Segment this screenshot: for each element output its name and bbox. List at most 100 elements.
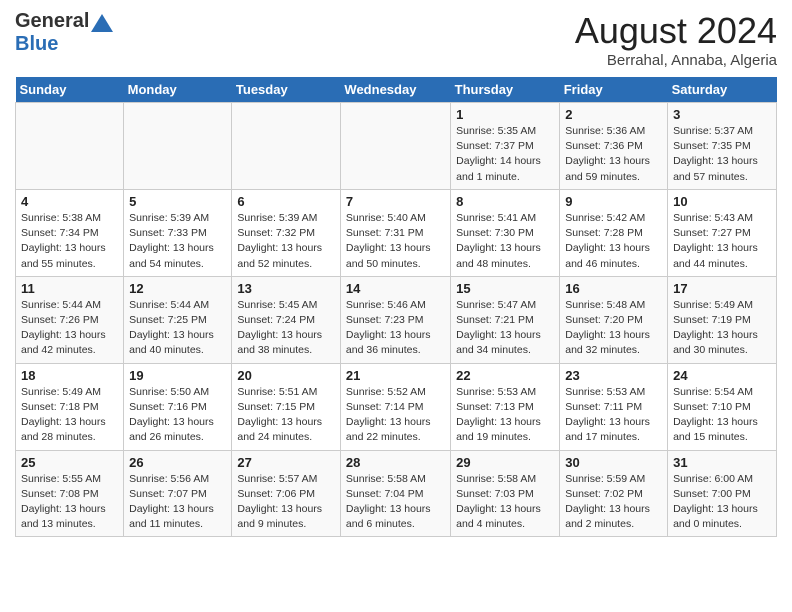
logo-blue-text: Blue xyxy=(15,33,58,55)
day-info: Sunrise: 5:40 AMSunset: 7:31 PMDaylight:… xyxy=(346,211,445,272)
day-info: Sunrise: 5:39 AMSunset: 7:33 PMDaylight:… xyxy=(129,211,226,272)
day-number: 20 xyxy=(237,368,335,383)
logo-general-text: General xyxy=(15,10,89,33)
calendar-cell: 30 Sunrise: 5:59 AMSunset: 7:02 PMDayligh… xyxy=(560,450,668,537)
calendar-week-4: 18 Sunrise: 5:49 AMSunset: 7:18 PMDayligh… xyxy=(16,363,777,450)
day-info: Sunrise: 5:48 AMSunset: 7:20 PMDaylight:… xyxy=(565,298,662,359)
day-info: Sunrise: 5:54 AMSunset: 7:10 PMDaylight:… xyxy=(673,385,771,446)
day-info: Sunrise: 5:51 AMSunset: 7:15 PMDaylight:… xyxy=(237,385,335,446)
day-number: 25 xyxy=(21,455,118,470)
calendar-cell: 1Sunrise: 5:35 AMSunset: 7:37 PMDaylight… xyxy=(451,103,560,190)
calendar-week-5: 25Sunrise: 5:55 AMSunset: 7:08 PMDayligh… xyxy=(16,450,777,537)
day-number: 6 xyxy=(237,194,335,209)
day-number: 28 xyxy=(346,455,445,470)
logo-icon xyxy=(91,14,113,32)
calendar-cell: 23Sunrise: 5:53 AMSunset: 7:11 PMDayligh… xyxy=(560,363,668,450)
calendar-cell: 10 Sunrise: 5:43 AMSunset: 7:27 PMDayligh… xyxy=(668,189,777,276)
day-info: Sunrise: 5:53 AMSunset: 7:13 PMDaylight:… xyxy=(456,385,554,446)
col-header-saturday: Saturday xyxy=(668,77,777,103)
day-info: Sunrise: 5:57 AMSunset: 7:06 PMDaylight:… xyxy=(237,472,335,533)
calendar-cell: 28 Sunrise: 5:58 AMSunset: 7:04 PMDayligh… xyxy=(340,450,450,537)
day-info: Sunrise: 5:58 AMSunset: 7:03 PMDaylight:… xyxy=(456,472,554,533)
day-info: Sunrise: 5:58 AMSunset: 7:04 PMDaylight:… xyxy=(346,472,445,533)
day-number: 22 xyxy=(456,368,554,383)
calendar-cell: 26Sunrise: 5:56 AMSunset: 7:07 PMDayligh… xyxy=(124,450,232,537)
day-info: Sunrise: 5:44 AMSunset: 7:25 PMDaylight:… xyxy=(129,298,226,359)
calendar-cell: 22 Sunrise: 5:53 AMSunset: 7:13 PMDayligh… xyxy=(451,363,560,450)
calendar-week-2: 4 Sunrise: 5:38 AMSunset: 7:34 PMDaylight… xyxy=(16,189,777,276)
calendar-cell: 13Sunrise: 5:45 AMSunset: 7:24 PMDayligh… xyxy=(232,276,341,363)
col-header-thursday: Thursday xyxy=(451,77,560,103)
calendar-cell xyxy=(232,103,341,190)
day-number: 9 xyxy=(565,194,662,209)
day-number: 15 xyxy=(456,281,554,296)
calendar-week-1: 1Sunrise: 5:35 AMSunset: 7:37 PMDaylight… xyxy=(16,103,777,190)
day-info: Sunrise: 5:49 AMSunset: 7:19 PMDaylight:… xyxy=(673,298,771,359)
calendar-cell: 11 Sunrise: 5:44 AMSunset: 7:26 PMDayligh… xyxy=(16,276,124,363)
title-area: August 2024 Berrahal, Annaba, Algeria xyxy=(575,10,777,69)
calendar-cell: 27 Sunrise: 5:57 AMSunset: 7:06 PMDayligh… xyxy=(232,450,341,537)
day-info: Sunrise: 5:38 AMSunset: 7:34 PMDaylight:… xyxy=(21,211,118,272)
day-info: Sunrise: 5:39 AMSunset: 7:32 PMDaylight:… xyxy=(237,211,335,272)
col-header-wednesday: Wednesday xyxy=(340,77,450,103)
col-header-sunday: Sunday xyxy=(16,77,124,103)
col-header-monday: Monday xyxy=(124,77,232,103)
calendar-cell: 19Sunrise: 5:50 AMSunset: 7:16 PMDayligh… xyxy=(124,363,232,450)
day-number: 31 xyxy=(673,455,771,470)
calendar-cell: 24 Sunrise: 5:54 AMSunset: 7:10 PMDayligh… xyxy=(668,363,777,450)
day-number: 24 xyxy=(673,368,771,383)
day-number: 17 xyxy=(673,281,771,296)
day-number: 8 xyxy=(456,194,554,209)
calendar-cell xyxy=(340,103,450,190)
day-info: Sunrise: 6:00 AMSunset: 7:00 PMDaylight:… xyxy=(673,472,771,533)
calendar-week-3: 11 Sunrise: 5:44 AMSunset: 7:26 PMDayligh… xyxy=(16,276,777,363)
day-number: 14 xyxy=(346,281,445,296)
calendar-cell: 7Sunrise: 5:40 AMSunset: 7:31 PMDaylight… xyxy=(340,189,450,276)
calendar-cell: 16 Sunrise: 5:48 AMSunset: 7:20 PMDayligh… xyxy=(560,276,668,363)
calendar-header-row: SundayMondayTuesdayWednesdayThursdayFrid… xyxy=(16,77,777,103)
day-info: Sunrise: 5:36 AMSunset: 7:36 PMDaylight:… xyxy=(565,124,662,185)
day-number: 4 xyxy=(21,194,118,209)
day-number: 5 xyxy=(129,194,226,209)
calendar-subtitle: Berrahal, Annaba, Algeria xyxy=(575,52,777,69)
calendar-cell: 14 Sunrise: 5:46 AMSunset: 7:23 PMDayligh… xyxy=(340,276,450,363)
day-info: Sunrise: 5:37 AMSunset: 7:35 PMDaylight:… xyxy=(673,124,771,185)
day-number: 10 xyxy=(673,194,771,209)
day-number: 16 xyxy=(565,281,662,296)
calendar-cell: 20 Sunrise: 5:51 AMSunset: 7:15 PMDayligh… xyxy=(232,363,341,450)
calendar-cell: 31 Sunrise: 6:00 AMSunset: 7:00 PMDayligh… xyxy=(668,450,777,537)
calendar-cell xyxy=(124,103,232,190)
day-number: 11 xyxy=(21,281,118,296)
day-info: Sunrise: 5:44 AMSunset: 7:26 PMDaylight:… xyxy=(21,298,118,359)
day-number: 21 xyxy=(346,368,445,383)
day-info: Sunrise: 5:41 AMSunset: 7:30 PMDaylight:… xyxy=(456,211,554,272)
day-number: 12 xyxy=(129,281,226,296)
day-info: Sunrise: 5:45 AMSunset: 7:24 PMDaylight:… xyxy=(237,298,335,359)
calendar-cell: 25Sunrise: 5:55 AMSunset: 7:08 PMDayligh… xyxy=(16,450,124,537)
calendar-cell: 17 Sunrise: 5:49 AMSunset: 7:19 PMDayligh… xyxy=(668,276,777,363)
day-number: 2 xyxy=(565,107,662,122)
day-info: Sunrise: 5:46 AMSunset: 7:23 PMDaylight:… xyxy=(346,298,445,359)
calendar-title: August 2024 xyxy=(575,10,777,52)
calendar-cell: 12 Sunrise: 5:44 AMSunset: 7:25 PMDayligh… xyxy=(124,276,232,363)
day-info: Sunrise: 5:49 AMSunset: 7:18 PMDaylight:… xyxy=(21,385,118,446)
calendar-cell: 9 Sunrise: 5:42 AMSunset: 7:28 PMDaylight… xyxy=(560,189,668,276)
day-number: 27 xyxy=(237,455,335,470)
col-header-tuesday: Tuesday xyxy=(232,77,341,103)
calendar-cell: 6 Sunrise: 5:39 AMSunset: 7:32 PMDaylight… xyxy=(232,189,341,276)
day-number: 26 xyxy=(129,455,226,470)
day-info: Sunrise: 5:52 AMSunset: 7:14 PMDaylight:… xyxy=(346,385,445,446)
calendar-cell: 29Sunrise: 5:58 AMSunset: 7:03 PMDayligh… xyxy=(451,450,560,537)
day-info: Sunrise: 5:43 AMSunset: 7:27 PMDaylight:… xyxy=(673,211,771,272)
day-number: 18 xyxy=(21,368,118,383)
calendar-cell: 8 Sunrise: 5:41 AMSunset: 7:30 PMDaylight… xyxy=(451,189,560,276)
calendar-cell: 18 Sunrise: 5:49 AMSunset: 7:18 PMDayligh… xyxy=(16,363,124,450)
day-info: Sunrise: 5:59 AMSunset: 7:02 PMDaylight:… xyxy=(565,472,662,533)
calendar-cell: 21 Sunrise: 5:52 AMSunset: 7:14 PMDayligh… xyxy=(340,363,450,450)
calendar-cell: 5 Sunrise: 5:39 AMSunset: 7:33 PMDaylight… xyxy=(124,189,232,276)
day-number: 3 xyxy=(673,107,771,122)
day-info: Sunrise: 5:42 AMSunset: 7:28 PMDaylight:… xyxy=(565,211,662,272)
calendar-cell xyxy=(16,103,124,190)
calendar-cell: 3 Sunrise: 5:37 AMSunset: 7:35 PMDaylight… xyxy=(668,103,777,190)
day-number: 30 xyxy=(565,455,662,470)
